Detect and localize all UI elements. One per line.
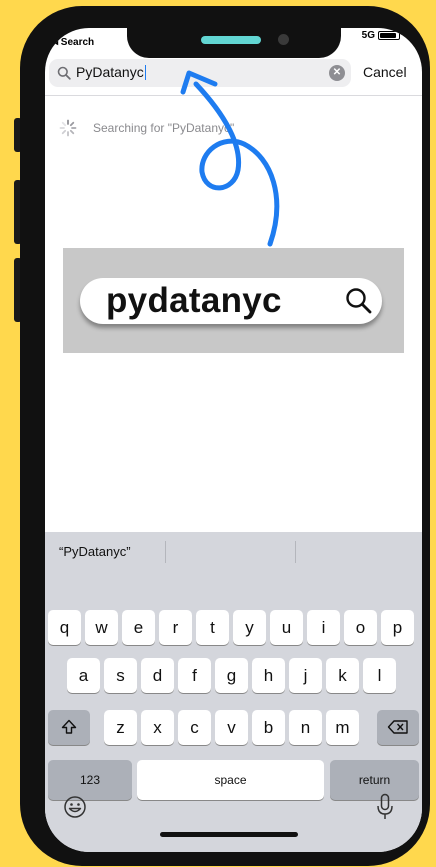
key-h[interactable]: h (252, 658, 285, 693)
network-indicator: 5G (361, 29, 375, 41)
key-x[interactable]: x (141, 710, 174, 745)
space-key[interactable]: space (137, 760, 324, 800)
notch (127, 28, 341, 58)
logo-search-icon (346, 288, 372, 314)
key-n[interactable]: n (289, 710, 322, 745)
suggestion-separator (165, 541, 166, 563)
pydatanyc-logo-card: pydatanyc (63, 248, 404, 353)
on-screen-keyboard: “PyDatanyc” q w e r t y u i o p a s d f … (45, 532, 422, 852)
search-icon (57, 66, 71, 80)
key-y[interactable]: y (233, 610, 266, 645)
key-s[interactable]: s (104, 658, 137, 693)
logo-text: pydatanyc (106, 281, 282, 320)
suggestion-1[interactable]: “PyDatanyc” (59, 544, 131, 559)
key-j[interactable]: j (289, 658, 322, 693)
key-b[interactable]: b (252, 710, 285, 745)
suggestion-separator (295, 541, 296, 563)
key-t[interactable]: t (196, 610, 229, 645)
key-k[interactable]: k (326, 658, 359, 693)
dynamic-island-pill (201, 36, 261, 44)
emoji-icon[interactable] (63, 795, 87, 819)
phone-screen: ◂ Search 5G PyDatanyc ✕ Cancel Searching… (45, 28, 422, 852)
key-r[interactable]: r (159, 610, 192, 645)
battery-icon (378, 30, 400, 40)
key-a[interactable]: a (67, 658, 100, 693)
delete-key[interactable] (377, 710, 419, 745)
front-camera (278, 34, 289, 45)
key-z[interactable]: z (104, 710, 137, 745)
key-u[interactable]: u (270, 610, 303, 645)
search-input[interactable]: PyDatanyc (76, 64, 146, 80)
key-c[interactable]: c (178, 710, 211, 745)
logo-search-pill: pydatanyc (80, 278, 382, 324)
search-field[interactable]: PyDatanyc ✕ (49, 59, 351, 87)
shift-icon (61, 719, 77, 734)
key-g[interactable]: g (215, 658, 248, 693)
loading-spinner-icon (59, 119, 77, 137)
key-v[interactable]: v (215, 710, 248, 745)
shift-key[interactable] (48, 710, 90, 745)
searching-status-text: Searching for "PyDatanyc" (93, 121, 235, 135)
key-m[interactable]: m (326, 710, 359, 745)
key-o[interactable]: o (344, 610, 377, 645)
microphone-icon[interactable] (375, 793, 395, 821)
divider (45, 95, 422, 96)
key-e[interactable]: e (122, 610, 155, 645)
back-to-search-link[interactable]: ◂ Search (53, 37, 94, 48)
home-indicator[interactable] (160, 832, 298, 837)
key-i[interactable]: i (307, 610, 340, 645)
numbers-key[interactable]: 123 (48, 760, 132, 800)
predictive-text-bar: “PyDatanyc” (45, 532, 422, 572)
key-w[interactable]: w (85, 610, 118, 645)
cancel-button[interactable]: Cancel (363, 64, 407, 80)
key-q[interactable]: q (48, 610, 81, 645)
clear-icon[interactable]: ✕ (329, 65, 345, 81)
key-d[interactable]: d (141, 658, 174, 693)
status-indicators: 5G (362, 28, 400, 42)
key-p[interactable]: p (381, 610, 414, 645)
delete-icon (387, 720, 408, 734)
key-f[interactable]: f (178, 658, 211, 693)
key-l[interactable]: l (363, 658, 396, 693)
